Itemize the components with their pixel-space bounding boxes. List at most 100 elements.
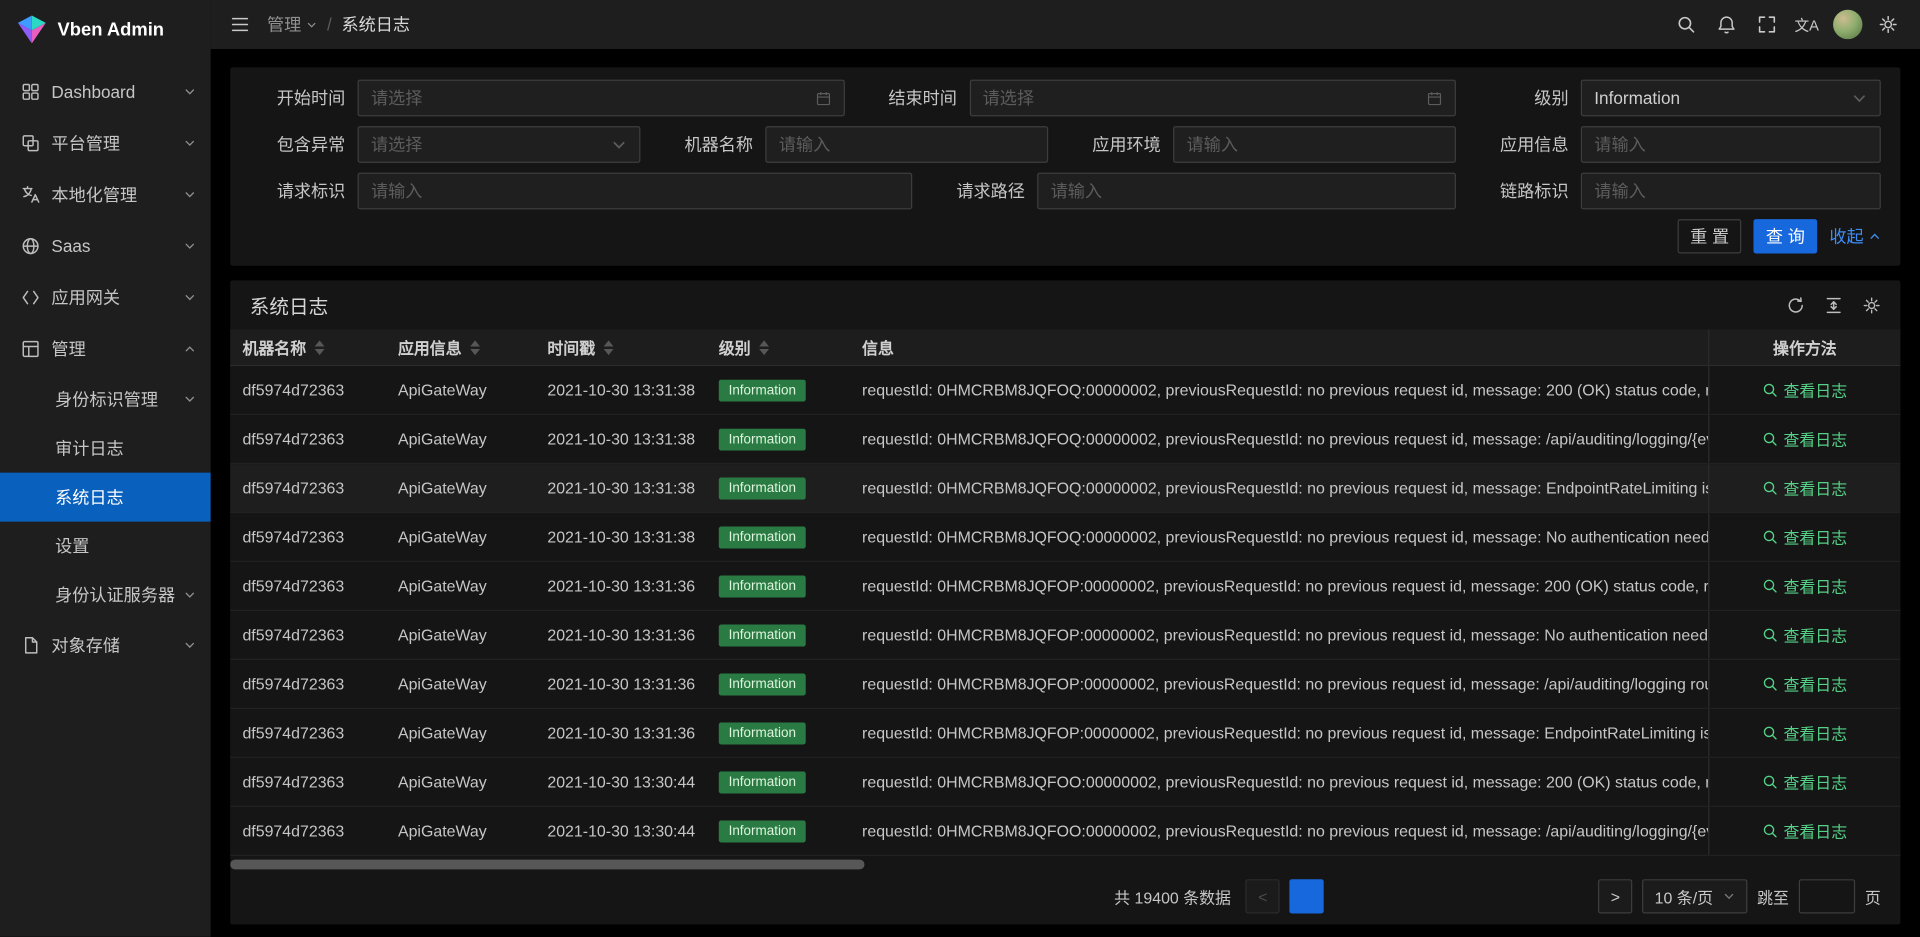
- magnifier-icon: [1763, 823, 1779, 839]
- sidebar-item-label: 应用网关: [51, 285, 183, 309]
- field-label: 请求路径: [929, 179, 1025, 203]
- sidebar-sub-item[interactable]: 审计日志: [0, 424, 211, 473]
- sidebar-item-label: 审计日志: [55, 436, 196, 460]
- request-path-field[interactable]: [1037, 173, 1456, 210]
- settings-gear-icon[interactable]: [1867, 0, 1907, 49]
- reset-button[interactable]: 重 置: [1678, 219, 1742, 253]
- sidebar-item-saas[interactable]: Saas: [0, 220, 211, 271]
- trace-id-field[interactable]: [1581, 173, 1881, 210]
- app-info-input[interactable]: [1594, 135, 1867, 155]
- view-log-link[interactable]: 查看日志: [1763, 427, 1848, 450]
- view-log-link[interactable]: 查看日志: [1763, 721, 1848, 744]
- app-logo[interactable]: Vben Admin: [0, 0, 211, 59]
- end-time-datepicker[interactable]: [969, 80, 1456, 117]
- table-row: df5974d72363 ApiGateWay 2021-10-30 13:31…: [230, 611, 1900, 660]
- table-row: df5974d72363 ApiGateWay 2021-10-30 13:31…: [230, 464, 1900, 513]
- jump-page-input[interactable]: [1799, 879, 1855, 913]
- request-path-input[interactable]: [1051, 181, 1443, 201]
- page-number[interactable]: [1334, 879, 1368, 913]
- sidebar-item-platform[interactable]: 平台管理: [0, 118, 211, 169]
- magnifier-icon: [1763, 774, 1779, 790]
- cell-machine-name: df5974d72363: [230, 381, 386, 399]
- end-time-input[interactable]: [983, 88, 1420, 108]
- menu-fold-icon[interactable]: [223, 7, 257, 41]
- sidebar-sub-item[interactable]: 身份标识管理: [0, 375, 211, 424]
- page-number[interactable]: [1422, 879, 1456, 913]
- page-number[interactable]: [1554, 879, 1588, 913]
- trace-id-input[interactable]: [1594, 181, 1867, 201]
- locale-icon[interactable]: 文A: [1787, 0, 1827, 49]
- page-size-select[interactable]: 10 条/页: [1642, 879, 1747, 913]
- column-header[interactable]: 时间戳: [535, 329, 706, 365]
- table-settings-icon[interactable]: [1862, 296, 1880, 314]
- page-number[interactable]: [1290, 879, 1324, 913]
- app-env-field[interactable]: [1173, 126, 1456, 163]
- view-log-link[interactable]: 查看日志: [1763, 819, 1848, 842]
- column-header[interactable]: 机器名称: [230, 329, 386, 365]
- view-log-link[interactable]: 查看日志: [1763, 672, 1848, 695]
- breadcrumb-root[interactable]: 管理: [267, 12, 317, 36]
- machine-name-input[interactable]: [779, 135, 1035, 155]
- refresh-icon[interactable]: [1787, 296, 1805, 314]
- magnifier-icon: [1763, 578, 1779, 594]
- notification-bell-icon[interactable]: [1706, 0, 1746, 49]
- page-number[interactable]: [1466, 879, 1500, 913]
- view-log-link[interactable]: 查看日志: [1763, 476, 1848, 499]
- start-time-input[interactable]: [371, 88, 808, 108]
- page-content: 开始时间 结束时间 级别: [211, 49, 1920, 937]
- app-env-input[interactable]: [1187, 135, 1443, 155]
- chevron-down-icon: [184, 189, 196, 201]
- exception-select[interactable]: 请选择: [358, 126, 641, 163]
- user-menu[interactable]: [1827, 0, 1867, 49]
- level-select[interactable]: Information: [1581, 80, 1881, 117]
- column-height-icon[interactable]: [1825, 296, 1843, 314]
- chevron-up-icon: [184, 343, 196, 355]
- next-page-button[interactable]: >: [1598, 879, 1632, 913]
- cell-level: Information: [707, 575, 850, 597]
- cell-actions: 查看日志: [1708, 709, 1900, 757]
- pagination: 共 19400 条数据 < > 10 条/页 跳至 页: [230, 873, 1900, 921]
- app-info-field[interactable]: [1581, 126, 1881, 163]
- machine-name-field[interactable]: [765, 126, 1048, 163]
- sidebar-item-dashboard[interactable]: Dashboard: [0, 66, 211, 117]
- cell-actions: 查看日志: [1708, 807, 1900, 855]
- sidebar-sub-item[interactable]: 设置: [0, 522, 211, 571]
- column-header[interactable]: 操作方法: [1708, 329, 1900, 365]
- view-log-link[interactable]: 查看日志: [1763, 623, 1848, 646]
- request-id-input[interactable]: [371, 181, 899, 201]
- prev-page-button[interactable]: <: [1246, 879, 1280, 913]
- column-header[interactable]: 信息: [850, 329, 1708, 365]
- sidebar-item-management[interactable]: 管理: [0, 323, 211, 374]
- chevron-down-icon: [184, 291, 196, 303]
- start-time-datepicker[interactable]: [358, 80, 845, 117]
- sort-icon: [759, 340, 769, 355]
- request-id-field[interactable]: [358, 173, 913, 210]
- sidebar-sub-item[interactable]: 系统日志: [0, 473, 211, 522]
- sidebar-item-gateway[interactable]: 应用网关: [0, 272, 211, 323]
- magnifier-icon: [1763, 382, 1779, 398]
- avatar: [1832, 10, 1861, 39]
- scrollbar-thumb[interactable]: [230, 860, 865, 870]
- column-header[interactable]: 级别: [707, 329, 850, 365]
- view-log-link[interactable]: 查看日志: [1763, 770, 1848, 793]
- sidebar-nav: Dashboard 平台管理 本地化管理: [0, 59, 211, 937]
- view-log-link[interactable]: 查看日志: [1763, 378, 1848, 401]
- fullscreen-icon[interactable]: [1746, 0, 1786, 49]
- sidebar-item-object-storage[interactable]: 对象存储: [0, 620, 211, 671]
- sidebar-sub-item[interactable]: 身份认证服务器: [0, 571, 211, 620]
- column-header-label: 信息: [862, 336, 894, 359]
- search-button[interactable]: 查 询: [1754, 219, 1818, 253]
- view-log-label: 查看日志: [1783, 378, 1847, 401]
- sidebar-item-localization[interactable]: 本地化管理: [0, 169, 211, 220]
- collapse-link[interactable]: 收起: [1829, 224, 1880, 248]
- view-log-link[interactable]: 查看日志: [1763, 525, 1848, 548]
- view-log-link[interactable]: 查看日志: [1763, 574, 1848, 597]
- page-number[interactable]: [1510, 879, 1544, 913]
- search-icon[interactable]: [1665, 0, 1705, 49]
- localization-icon: [21, 185, 41, 205]
- page-number[interactable]: [1378, 879, 1412, 913]
- chevron-down-icon: [184, 393, 196, 405]
- magnifier-icon: [1763, 480, 1779, 496]
- field-label: 应用信息: [1473, 132, 1569, 156]
- column-header[interactable]: 应用信息: [386, 329, 535, 365]
